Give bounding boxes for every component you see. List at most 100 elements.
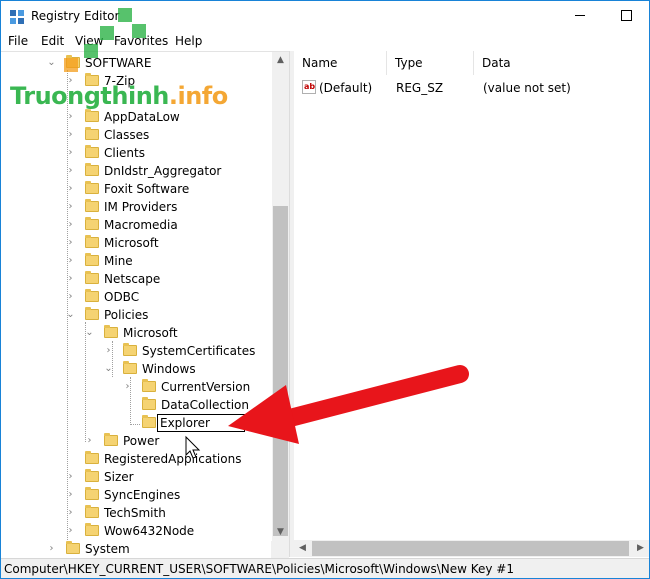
- tree-item-appdatalow[interactable]: › AppDataLow: [1, 108, 271, 126]
- registry-editor-icon: [10, 10, 24, 24]
- folder-icon: [85, 163, 99, 176]
- tree-item-label: TechSmith: [104, 506, 166, 520]
- tree-item-label: SystemCertificates: [142, 344, 256, 358]
- chevron-right-icon[interactable]: ›: [66, 270, 75, 288]
- chevron-right-icon[interactable]: ›: [66, 486, 75, 504]
- chevron-right-icon[interactable]: ›: [66, 234, 75, 252]
- folder-icon: [123, 361, 137, 374]
- value-type: REG_SZ: [396, 81, 444, 95]
- watermark-accent-text: .info: [168, 82, 228, 110]
- scrollbar-thumb[interactable]: [312, 541, 629, 556]
- tree-item-label: Netscape: [104, 272, 161, 286]
- list-horizontal-scrollbar[interactable]: ◀ ▶: [294, 540, 649, 557]
- menu-file[interactable]: File: [8, 34, 28, 48]
- tree-item-mine[interactable]: › Mine: [1, 252, 271, 270]
- tree-item-foxit[interactable]: › Foxit Software: [1, 180, 271, 198]
- folder-icon: [85, 271, 99, 284]
- scroll-right-icon[interactable]: ▶: [632, 540, 649, 557]
- tree-item-policies[interactable]: ⌄ Policies: [1, 306, 271, 324]
- chevron-down-icon[interactable]: ⌄: [47, 54, 56, 72]
- tree-item-macromedia[interactable]: › Macromedia: [1, 216, 271, 234]
- watermark-logo: Truongthinh.info: [10, 82, 228, 110]
- chevron-right-icon[interactable]: ›: [104, 342, 113, 360]
- tree-item-odbc[interactable]: › ODBC: [1, 288, 271, 306]
- chevron-right-icon[interactable]: ›: [66, 162, 75, 180]
- tree-item-dnidstr[interactable]: › DnIdstr_Aggregator: [1, 162, 271, 180]
- tree-item-label: Power: [123, 434, 160, 448]
- tree-item-label: Clients: [104, 146, 145, 160]
- column-name[interactable]: Name: [294, 51, 387, 75]
- folder-icon: [142, 397, 156, 410]
- tree-item-currentversion[interactable]: › CurrentVersion: [1, 378, 271, 396]
- folder-icon: [123, 343, 137, 356]
- menu-edit[interactable]: Edit: [41, 34, 64, 48]
- tree-vertical-scrollbar[interactable]: ▲ ▼: [272, 52, 289, 558]
- tree-item-label: RegisteredApplications: [104, 452, 242, 466]
- chevron-right-icon[interactable]: ›: [85, 432, 94, 450]
- rename-key-input[interactable]: Explorer: [157, 414, 245, 432]
- tree-item-power[interactable]: › Power: [1, 432, 271, 450]
- tree-item-system[interactable]: › System: [1, 540, 271, 558]
- chevron-right-icon[interactable]: ›: [66, 216, 75, 234]
- chevron-right-icon[interactable]: ›: [66, 468, 75, 486]
- chevron-down-icon[interactable]: ⌄: [85, 324, 94, 342]
- tree-item-new-key[interactable]: Explorer: [1, 414, 271, 432]
- tree-item-label: Mine: [104, 254, 133, 268]
- chevron-right-icon[interactable]: ›: [66, 144, 75, 162]
- chevron-right-icon[interactable]: ›: [66, 522, 75, 540]
- tree-item-label: AppDataLow: [104, 110, 180, 124]
- tree-item-clients[interactable]: › Clients: [1, 144, 271, 162]
- chevron-right-icon[interactable]: ›: [66, 288, 75, 306]
- tree-item-label: DnIdstr_Aggregator: [104, 164, 222, 178]
- scroll-up-icon[interactable]: ▲: [272, 52, 289, 69]
- scrollbar-thumb[interactable]: [273, 206, 288, 536]
- tree-item-label: SyncEngines: [104, 488, 181, 502]
- tree-item-software[interactable]: ⌄ SOFTWARE: [1, 54, 271, 72]
- tree-item-policies-microsoft[interactable]: ⌄ Microsoft: [1, 324, 271, 342]
- chevron-down-icon[interactable]: ⌄: [66, 306, 75, 324]
- tree-item-registeredapplications[interactable]: RegisteredApplications: [1, 450, 271, 468]
- folder-icon: [85, 469, 99, 482]
- tree-item-sizer[interactable]: › Sizer: [1, 468, 271, 486]
- folder-icon: [85, 289, 99, 302]
- tree-item-label: Foxit Software: [104, 182, 190, 196]
- tree-item-im-providers[interactable]: › IM Providers: [1, 198, 271, 216]
- tree-item-systemcertificates[interactable]: › SystemCertificates: [1, 342, 271, 360]
- chevron-right-icon[interactable]: ›: [66, 180, 75, 198]
- column-type[interactable]: Type: [387, 51, 474, 75]
- folder-icon: [85, 487, 99, 500]
- scroll-down-icon[interactable]: ▼: [272, 524, 289, 541]
- tree-item-netscape[interactable]: › Netscape: [1, 270, 271, 288]
- chevron-right-icon[interactable]: ›: [66, 126, 75, 144]
- chevron-right-icon[interactable]: ›: [47, 540, 56, 558]
- tree-item-windows[interactable]: ⌄ Windows: [1, 360, 271, 378]
- minimize-button[interactable]: [557, 1, 603, 31]
- chevron-right-icon[interactable]: ›: [66, 504, 75, 522]
- value-name[interactable]: (Default): [319, 81, 372, 95]
- column-data[interactable]: Data: [474, 51, 649, 75]
- tree-item-datacollection[interactable]: DataCollection: [1, 396, 271, 414]
- chevron-right-icon[interactable]: ›: [66, 108, 75, 126]
- tree-item-label: Microsoft: [104, 236, 159, 250]
- key-tree[interactable]: ⌄ SOFTWARE › 7-Zip › AppDataLow › Classe…: [1, 51, 289, 558]
- tree-item-techsmith[interactable]: › TechSmith: [1, 504, 271, 522]
- tree-item-label: Classes: [104, 128, 150, 142]
- tree-item-label: DataCollection: [161, 398, 250, 412]
- tree-item-microsoft[interactable]: › Microsoft: [1, 234, 271, 252]
- tree-item-syncengines[interactable]: › SyncEngines: [1, 486, 271, 504]
- folder-icon: [104, 433, 118, 446]
- tree-item-label: Windows: [142, 362, 196, 376]
- chevron-right-icon[interactable]: ›: [66, 198, 75, 216]
- scroll-left-icon[interactable]: ◀: [294, 540, 311, 557]
- chevron-right-icon[interactable]: ›: [123, 378, 132, 396]
- folder-icon: [85, 109, 99, 122]
- tree-item-wow6432node[interactable]: › Wow6432Node: [1, 522, 271, 540]
- values-list[interactable]: Name Type Data ab (Default) REG_SZ (valu…: [294, 51, 649, 557]
- folder-icon: [85, 307, 99, 320]
- tree-item-classes[interactable]: › Classes: [1, 126, 271, 144]
- maximize-button[interactable]: [603, 1, 649, 31]
- chevron-down-icon[interactable]: ⌄: [104, 360, 113, 378]
- folder-icon: [85, 199, 99, 212]
- chevron-right-icon[interactable]: ›: [66, 252, 75, 270]
- menu-help[interactable]: Help: [175, 34, 202, 48]
